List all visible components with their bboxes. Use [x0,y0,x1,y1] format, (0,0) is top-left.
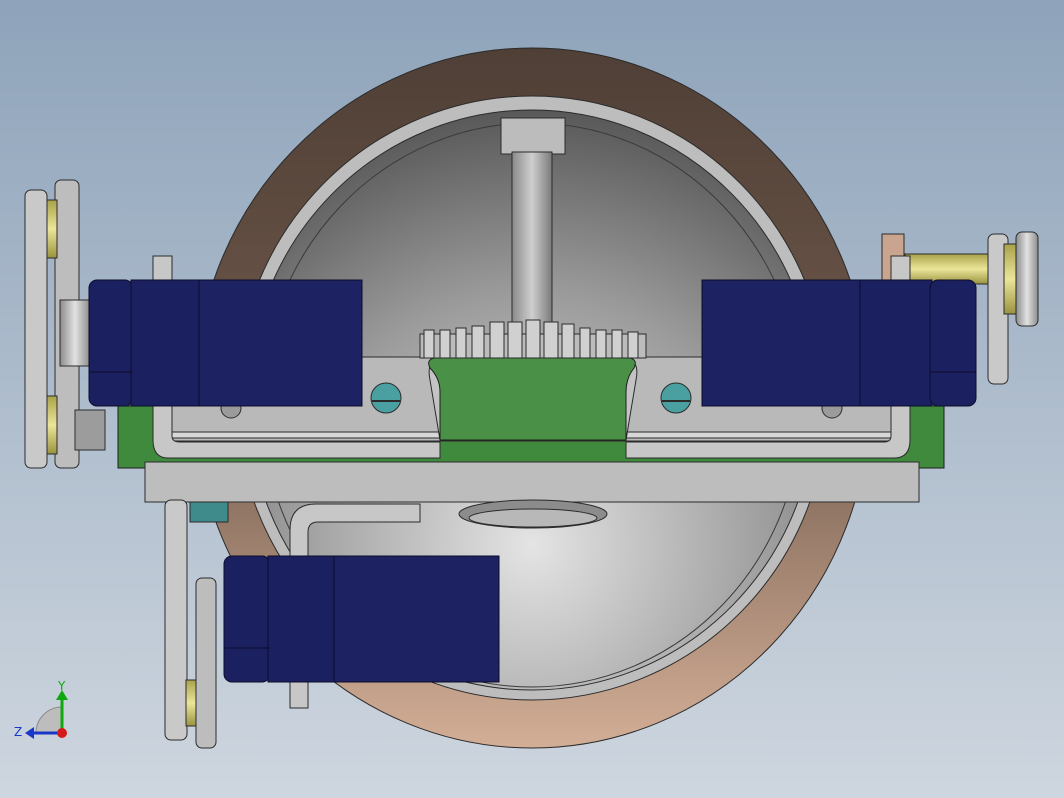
triad-x-axis [57,728,67,738]
left-roller-lower [46,395,58,455]
lower-teal-block [189,501,229,523]
left-motor-body [198,279,363,407]
right-roller-brass [1003,243,1017,315]
left-motor-cap [88,279,134,407]
right-roller [1015,231,1039,327]
lower-bore-inner [468,508,598,528]
left-link-plate [24,189,48,469]
lower-crossbar [144,461,920,503]
triad-z-label: Z [14,725,22,739]
right-motor[interactable] [701,279,977,407]
left-hub-lower [74,409,106,451]
left-roller-upper [46,199,58,259]
lower-link-plate [164,499,188,741]
lower-motor-flange [267,555,337,683]
lower-link-plate-2 [195,577,217,749]
triad-y-label: Y [57,679,66,693]
green-gear-hub [428,357,636,441]
left-hub [59,299,91,367]
lower-motor-body [333,555,500,683]
right-motor-flange [859,279,933,407]
shaft-body [511,151,553,339]
left-motor-flange [130,279,202,407]
shaft-cap [500,117,566,155]
lower-roller-brass [185,679,197,727]
drive-gear-assembly[interactable] [419,319,647,441]
left-motor[interactable] [88,279,363,407]
lower-motor[interactable] [223,555,500,683]
cad-viewport[interactable]: Y Z [0,0,1064,798]
left-screw-head [370,382,402,414]
lower-motor-cap [223,555,271,683]
right-motor-cap [929,279,977,407]
right-motor-body [701,279,863,407]
right-screw-head [660,382,692,414]
